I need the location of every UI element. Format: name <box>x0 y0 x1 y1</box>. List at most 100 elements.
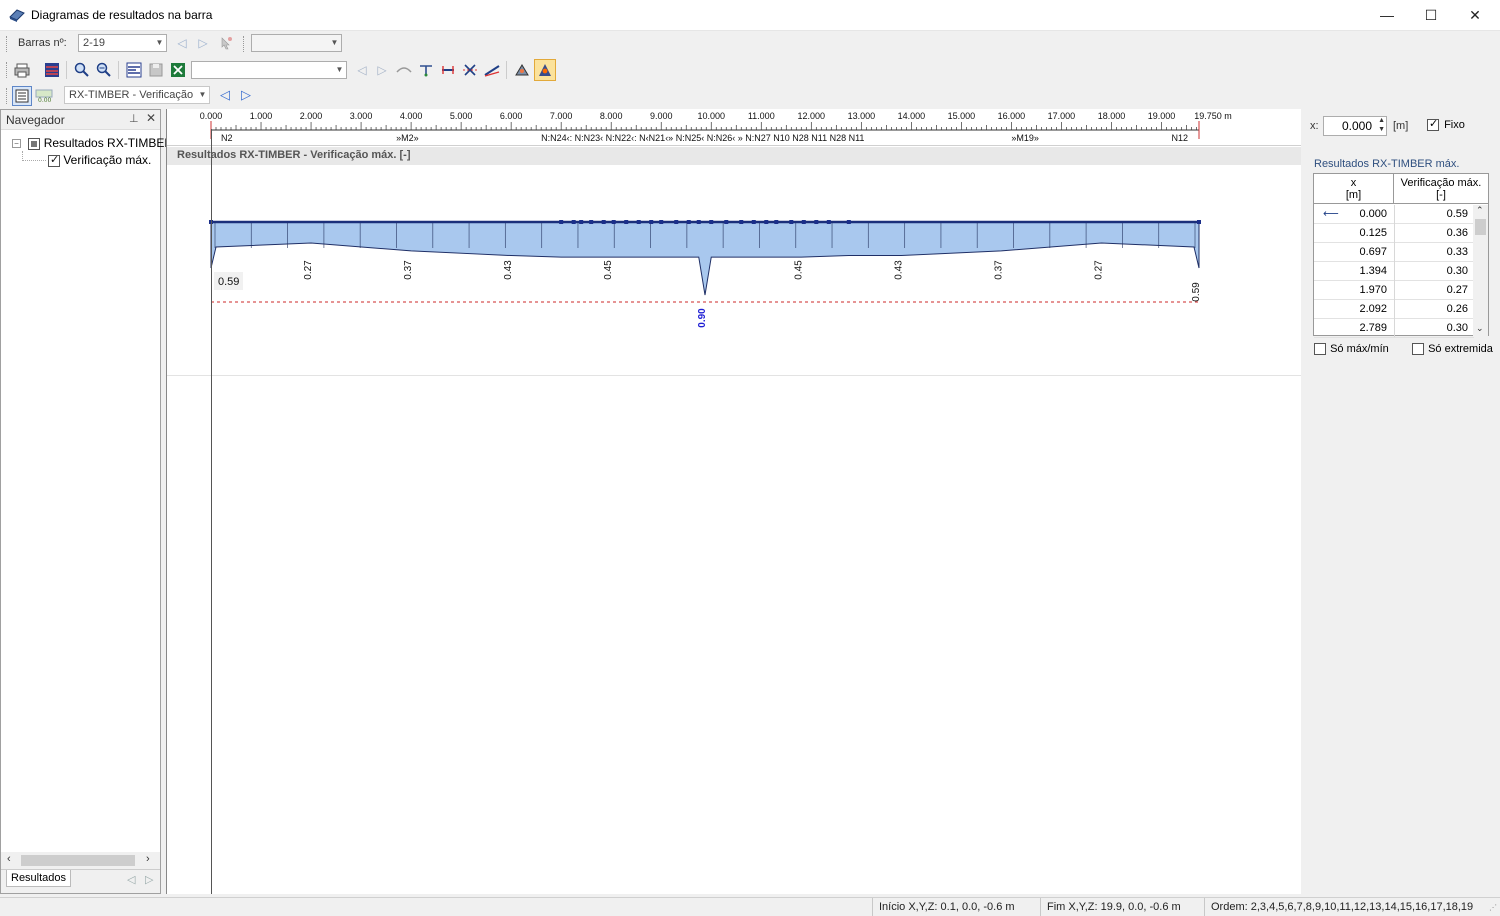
chevron-down-icon[interactable]: ▼ <box>333 62 346 78</box>
position-cursor-line[interactable] <box>211 129 212 894</box>
vertical-scrollbar[interactable]: ⌃ ⌄ <box>1473 205 1488 336</box>
close-button[interactable]: ✕ <box>1452 0 1498 30</box>
value-label: 0.43 <box>503 260 514 280</box>
cell-x: 0.697 <box>1359 246 1387 258</box>
chevron-down-icon[interactable]: ▼ <box>153 35 166 51</box>
checkbox-unchecked[interactable] <box>1314 343 1326 356</box>
tab-prev-icon[interactable]: ◁ <box>127 873 135 886</box>
zoom-out-icon[interactable] <box>94 60 114 80</box>
result-options-icon[interactable] <box>124 60 144 80</box>
previous-icon[interactable]: ◁ <box>172 33 192 53</box>
scroll-right-icon[interactable]: › <box>146 853 150 865</box>
navigator-panel: Navegador ⊥ ✕ − Resultados RX-TIMBER ✓ V… <box>0 109 173 894</box>
node-marker <box>774 220 779 224</box>
diagram-colors-icon[interactable] <box>42 60 62 80</box>
excel-export-icon[interactable] <box>168 60 188 80</box>
toolbar-grip[interactable] <box>6 62 9 78</box>
cell-x: 2.092 <box>1359 303 1387 315</box>
navigator-tabbar: Resultados ◁ ▷ <box>1 869 160 893</box>
diagram-area[interactable]: 0.000 1.000 2.000 3.000 4.000 5.000 6.000 7.000… <box>166 109 1302 894</box>
status-ordem: Ordem: 2,3,4,5,6,7,8,9,10,11,12,13,14,15… <box>1204 898 1488 916</box>
node-marker <box>751 220 756 224</box>
deformation-icon[interactable] <box>482 60 502 80</box>
cell-x: 2.789 <box>1359 322 1387 334</box>
fixo-checkbox[interactable]: ✓ Fixo <box>1427 118 1465 132</box>
view-icon[interactable] <box>512 60 532 80</box>
load-case-combo[interactable]: ▼ <box>251 34 342 52</box>
scroll-thumb[interactable] <box>1475 219 1486 235</box>
next-icon[interactable]: ▷ <box>372 60 392 80</box>
toolbar-barras: Barras nº: 2-19 ▼ ◁ ▷ ▼ <box>0 31 1500 56</box>
results-title: Resultados RX-TIMBER - Verificação máx. … <box>177 149 411 161</box>
checkbox-checked[interactable]: ✓ <box>1427 118 1439 132</box>
render-icon[interactable] <box>534 59 556 81</box>
smooth-icon[interactable] <box>394 60 414 80</box>
maximize-button[interactable]: ☐ <box>1408 0 1454 30</box>
table-view-icon[interactable] <box>12 86 32 106</box>
values-view-icon[interactable]: 0.00 <box>34 86 54 106</box>
section-combo[interactable]: ▼ <box>191 61 347 79</box>
result-diagram[interactable]: 0.27 0.37 0.43 0.45 0.90 0.45 0.43 0.37 0.27 0.59… <box>167 165 1302 465</box>
results-title-bar: Resultados RX-TIMBER - Verificação máx. … <box>167 147 1302 165</box>
chevron-down-icon[interactable]: ▼ <box>196 87 209 103</box>
scroll-up-icon[interactable]: ⌃ <box>1476 205 1484 216</box>
only-extremes-checkbox[interactable]: Só extremida <box>1412 343 1493 356</box>
next-icon[interactable]: ▷ <box>193 33 213 53</box>
print-icon[interactable] <box>12 60 32 80</box>
chevron-down-icon[interactable]: ▼ <box>328 35 341 51</box>
node-marker <box>571 220 576 224</box>
zoom-in-icon[interactable] <box>72 60 92 80</box>
tree-root-label: Resultados RX-TIMBER <box>43 136 174 150</box>
toolbar-module: 0.00 RX-TIMBER - Verificação ▼ ◁ ▷ <box>0 84 1500 108</box>
horizontal-scrollbar[interactable]: ‹ › <box>1 852 160 869</box>
pin-icon[interactable]: ⊥ <box>129 112 139 125</box>
navigator-header: Navegador ⊥ ✕ <box>1 110 160 130</box>
column-header-verificacao[interactable]: Verificação máx. [-] <box>1394 174 1488 204</box>
node-marker <box>696 220 701 224</box>
collapse-icon[interactable]: − <box>12 139 21 149</box>
toolbar-grip[interactable] <box>243 36 246 52</box>
cell-x: 0.000 <box>1359 208 1387 220</box>
values-icon[interactable] <box>416 60 436 80</box>
value-label: 0.43 <box>893 260 904 280</box>
toolbar-grip[interactable] <box>6 36 9 52</box>
minimize-button[interactable]: — <box>1364 0 1410 30</box>
member-ends-icon[interactable] <box>438 60 458 80</box>
node-marker <box>724 220 729 224</box>
close-icon[interactable]: ✕ <box>146 111 156 125</box>
save-icon[interactable] <box>146 60 166 80</box>
checkbox-partial[interactable] <box>28 137 41 150</box>
scroll-down-icon[interactable]: ⌄ <box>1476 323 1484 334</box>
pick-member-icon[interactable] <box>216 33 236 53</box>
tree-item-verificacao[interactable]: ✓ Verificação máx. <box>48 153 151 167</box>
toolbar-grip[interactable] <box>6 88 9 104</box>
next-icon[interactable]: ▷ <box>236 85 256 105</box>
only-maxmin-checkbox[interactable]: Só máx/mín <box>1314 343 1389 356</box>
resize-grip-icon[interactable]: ⋰ <box>1489 903 1497 912</box>
previous-icon[interactable]: ◁ <box>352 60 372 80</box>
barras-label: Barras nº: <box>18 37 67 49</box>
node-marker <box>739 220 744 224</box>
x-position-input[interactable]: 0.000 ▲ ▼ <box>1323 116 1387 136</box>
checkbox-unchecked[interactable] <box>1412 343 1424 356</box>
spin-up-icon[interactable]: ▲ <box>1378 117 1385 125</box>
scroll-left-icon[interactable]: ‹ <box>7 853 11 865</box>
node-marker <box>686 220 691 224</box>
tab-next-icon[interactable]: ▷ <box>145 873 153 886</box>
column-header-x[interactable]: x [m] <box>1314 174 1394 204</box>
barras-combo[interactable]: 2-19 ▼ <box>78 34 167 52</box>
tree-item-results-root[interactable]: − Resultados RX-TIMBER <box>12 136 173 150</box>
cell-value: 0.27 <box>1446 284 1468 296</box>
node-marker <box>709 220 714 224</box>
col2-unit: [-] <box>1436 189 1446 201</box>
scroll-thumb[interactable] <box>21 855 135 866</box>
cut-section-icon[interactable] <box>460 60 480 80</box>
checkbox-checked[interactable]: ✓ <box>48 154 60 167</box>
ruler-node-label: N2 <box>221 133 233 143</box>
value-label: 0.90 <box>697 308 708 328</box>
only-maxmin-label: Só máx/mín <box>1330 343 1389 355</box>
spin-down-icon[interactable]: ▼ <box>1378 126 1385 134</box>
module-combo[interactable]: RX-TIMBER - Verificação ▼ <box>64 86 210 104</box>
previous-icon[interactable]: ◁ <box>215 85 235 105</box>
tab-resultados[interactable]: Resultados <box>6 870 72 887</box>
